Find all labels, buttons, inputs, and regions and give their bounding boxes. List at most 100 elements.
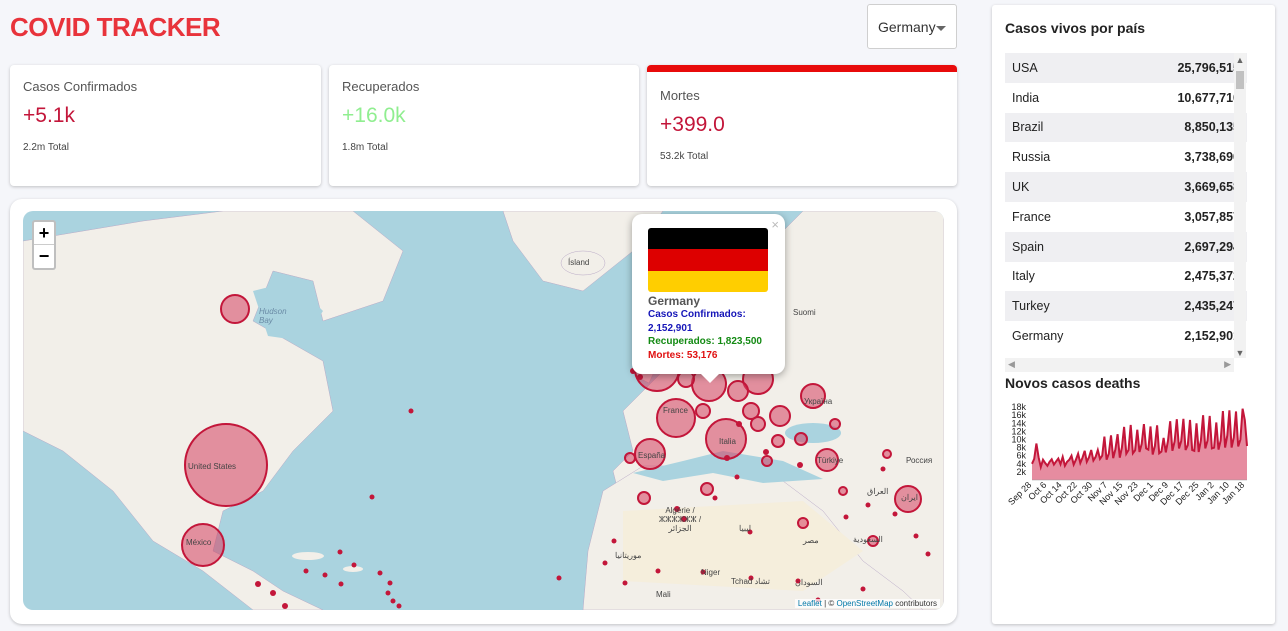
popup-deaths: Mortes: 53,176 bbox=[648, 349, 718, 361]
row-value: 3,057,857 bbox=[1184, 209, 1240, 224]
row-value: 25,796,515 bbox=[1177, 60, 1240, 75]
row-value: 2,475,372 bbox=[1184, 269, 1240, 284]
map-attribution: Leaflet | © OpenStreetMap contributors bbox=[794, 599, 940, 608]
map-label-saudi: السعودية bbox=[853, 535, 883, 544]
map-label-russia: Россия bbox=[906, 456, 933, 465]
row-value: 10,677,710 bbox=[1177, 90, 1240, 105]
scroll-left-icon[interactable]: ◀ bbox=[1008, 359, 1015, 370]
row-country: Brazil bbox=[1012, 120, 1044, 135]
map-label-tchad: Tchad تشاد bbox=[731, 577, 770, 586]
map-label-iraq: العراق bbox=[867, 487, 889, 496]
popup-confirmed-value: 2,152,901 bbox=[648, 322, 693, 334]
row-country: UK bbox=[1012, 180, 1030, 195]
marker-israel bbox=[838, 486, 848, 496]
row-country: USA bbox=[1012, 60, 1038, 75]
row-value: 8,850,135 bbox=[1184, 120, 1240, 135]
table-row[interactable]: Russia 3,738,690 bbox=[1005, 142, 1247, 172]
map-label-algerie: Algérie / ⵣⵣⵣⵣⵣⵣ / الجزائر bbox=[658, 506, 702, 533]
map-label-egypt: مصر bbox=[803, 536, 819, 545]
map-label-niger: Niger bbox=[701, 568, 721, 577]
table-row[interactable]: India 10,677,710 bbox=[1005, 83, 1247, 113]
row-country: India bbox=[1012, 90, 1040, 105]
table-row[interactable]: Germany 2,152,901 bbox=[1005, 321, 1247, 351]
recovered-card[interactable]: Recuperados +16.0k 1.8m Total bbox=[329, 65, 639, 186]
row-country: Turkey bbox=[1012, 299, 1050, 314]
table-row[interactable]: Brazil 8,850,135 bbox=[1005, 112, 1247, 143]
map-label-libya: ليبيا bbox=[739, 524, 752, 533]
country-select[interactable]: Germany bbox=[867, 4, 957, 49]
card-title: Casos Confirmados bbox=[23, 79, 138, 94]
osm-link[interactable]: OpenStreetMap bbox=[836, 599, 892, 608]
confirmed-card[interactable]: Casos Confirmados +5.1k 2.2m Total bbox=[10, 65, 321, 186]
row-country: Italy bbox=[1012, 269, 1035, 284]
marker-bulgaria bbox=[794, 432, 808, 446]
zoom-in-button[interactable]: + bbox=[34, 222, 54, 245]
row-value: 2,697,294 bbox=[1184, 239, 1240, 254]
popup-tip bbox=[700, 373, 720, 383]
table-vertical-scrollbar[interactable]: ▲ ▼ bbox=[1234, 53, 1246, 358]
map-label-mali: Mali bbox=[656, 590, 671, 599]
marker-portugal bbox=[624, 452, 636, 464]
card-total: 2.2m Total bbox=[23, 142, 69, 153]
marker-serbia bbox=[771, 434, 785, 448]
marker-egypt bbox=[797, 517, 809, 529]
table-row[interactable]: Spain 2,697,294 bbox=[1005, 231, 1247, 262]
deaths-card[interactable]: Mortes +399.0 53.2k Total bbox=[647, 65, 957, 186]
map-label-turkiye: Türkiye bbox=[817, 456, 844, 465]
flag-stripe-red bbox=[648, 249, 768, 271]
map-label-iceland: Ísland bbox=[568, 258, 590, 267]
card-total: 1.8m Total bbox=[342, 142, 388, 153]
row-value: 2,152,901 bbox=[1184, 329, 1240, 344]
scroll-right-icon[interactable]: ▶ bbox=[1224, 359, 1231, 370]
marker-france bbox=[656, 398, 696, 438]
table-row[interactable]: UK 3,669,658 bbox=[1005, 172, 1247, 202]
table-horizontal-scrollbar[interactable]: ◀ ▶ bbox=[1005, 358, 1234, 372]
attribution-suffix: contributors bbox=[892, 599, 937, 608]
map-label-france: France bbox=[663, 406, 688, 415]
row-value: 3,669,658 bbox=[1184, 180, 1240, 195]
card-value: +399.0 bbox=[660, 113, 725, 136]
row-country: Germany bbox=[1012, 329, 1064, 344]
map-label-mauritania: موريتانيا bbox=[615, 551, 642, 560]
map-label-italia: Italia bbox=[719, 437, 736, 446]
table-row[interactable]: France 3,057,857 bbox=[1005, 202, 1247, 232]
world-map[interactable]: Ísland Hudson Bay United States México F… bbox=[23, 211, 944, 610]
card-title: Mortes bbox=[660, 88, 700, 103]
country-popup: × Germany Casos Confirmados: 2,152,901 R… bbox=[632, 214, 785, 383]
zoom-control: + − bbox=[32, 220, 56, 270]
map-label-us: United States bbox=[188, 462, 237, 471]
zoom-out-button[interactable]: − bbox=[34, 245, 54, 268]
side-title: Casos vivos por país bbox=[1005, 20, 1146, 36]
app-title: COVID TRACKER bbox=[10, 12, 221, 42]
row-country: Russia bbox=[1012, 150, 1051, 165]
table-row[interactable]: USA 25,796,515 bbox=[1005, 53, 1247, 83]
marker-czech bbox=[727, 380, 749, 402]
side-panel: Casos vivos por país USA 25,796,515 India… bbox=[992, 5, 1275, 624]
leaflet-link[interactable]: Leaflet bbox=[798, 599, 822, 608]
map-label-suomi: Suomi bbox=[793, 308, 816, 317]
scroll-thumb[interactable] bbox=[1236, 71, 1244, 89]
country-select-value: Germany bbox=[878, 18, 936, 35]
flag-stripe-gold bbox=[648, 270, 768, 292]
marker-swiss bbox=[695, 403, 711, 419]
row-value: 3,738,690 bbox=[1184, 150, 1240, 165]
table-row[interactable]: Turkey 2,435,247 bbox=[1005, 291, 1247, 322]
card-title: Recuperados bbox=[342, 79, 420, 94]
map-label-hudson: Hudson Bay bbox=[259, 307, 287, 325]
marker-canada bbox=[220, 294, 250, 324]
scroll-up-icon[interactable]: ▲ bbox=[1234, 55, 1246, 65]
case-markers bbox=[181, 294, 931, 609]
scroll-down-icon[interactable]: ▼ bbox=[1234, 348, 1246, 358]
card-total: 53.2k Total bbox=[660, 151, 709, 162]
marker-morocco bbox=[637, 491, 651, 505]
marker-tunisia bbox=[700, 482, 714, 496]
marker-azerbaijan bbox=[882, 449, 892, 459]
card-value: +16.0k bbox=[342, 104, 406, 127]
new-cases-chart: 18k16k14k12k10k8k6k4k2kSep 28Oct 6Oct 14… bbox=[1006, 402, 1248, 507]
popup-recovered: Recuperados: 1,823,500 bbox=[648, 336, 762, 347]
row-country: France bbox=[1012, 209, 1051, 224]
marker-georgia bbox=[829, 418, 841, 430]
close-icon[interactable]: × bbox=[771, 217, 779, 232]
table-row[interactable]: Italy 2,475,372 bbox=[1005, 262, 1247, 292]
cases-table[interactable]: USA 25,796,515 India 10,677,710 Brazil 8,85… bbox=[1005, 53, 1247, 379]
